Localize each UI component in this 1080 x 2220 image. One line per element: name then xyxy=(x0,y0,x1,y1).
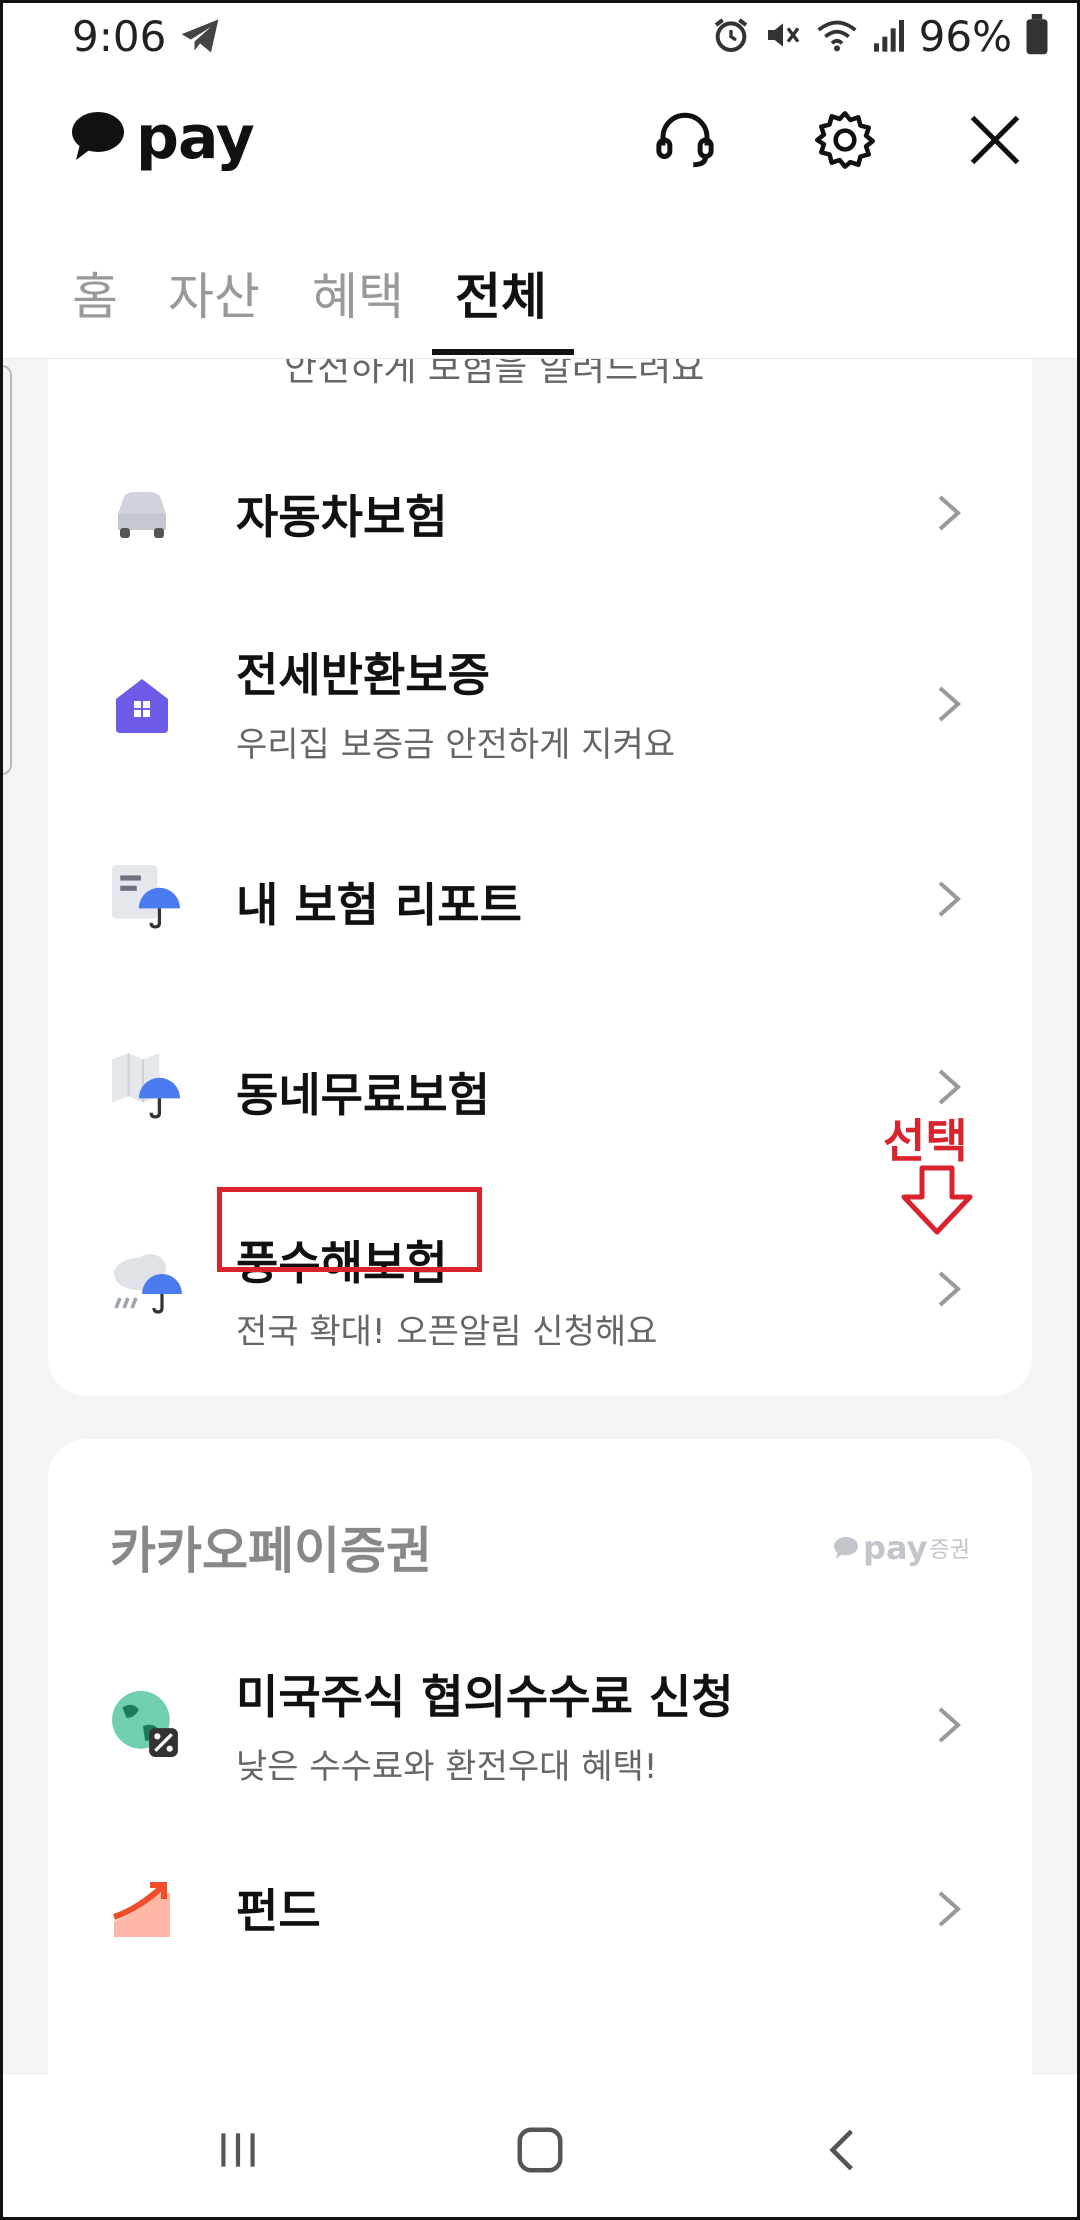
logo-text: pay xyxy=(136,103,255,173)
headset-icon[interactable] xyxy=(650,105,720,175)
row-subtitle: 전국 확대! 오픈알림 신청해요 xyxy=(236,1312,658,1352)
chevron-right-icon xyxy=(934,1269,964,1309)
recent-apps-icon[interactable] xyxy=(203,2115,273,2185)
house-icon xyxy=(110,673,174,737)
status-time: 9:06 xyxy=(72,12,167,61)
row-subtitle: 낮은 수수료와 환전우대 혜택! xyxy=(236,1747,658,1787)
map-umbrella-icon xyxy=(110,1051,180,1119)
tab-all[interactable]: 전체 xyxy=(455,257,547,329)
active-tab-indicator xyxy=(432,349,574,355)
gear-icon[interactable] xyxy=(810,105,880,175)
globe-percent-icon xyxy=(110,1689,180,1759)
row-subtitle: 우리집 보증금 안전하게 지켜요 xyxy=(236,725,676,765)
status-bar: 9:06 96% xyxy=(0,0,1080,75)
system-nav-bar xyxy=(0,2075,1080,2220)
row-title: 전세반환보증 xyxy=(236,648,490,702)
fund-chart-icon xyxy=(110,1877,174,1941)
close-icon[interactable] xyxy=(960,105,1030,175)
wifi-icon xyxy=(815,15,859,59)
row-title: 미국주식 협의수수료 신청 xyxy=(236,1670,734,1724)
kakaopay-logo: pay xyxy=(70,103,255,173)
list-item-fund[interactable]: 펀드 xyxy=(48,1819,1032,2009)
mute-icon xyxy=(763,15,803,59)
securities-card: 카카오페이증권 pay 증권 미국주식 협의수수료 신청 낮은 수수료와 환전우… xyxy=(48,1439,1032,2075)
back-icon[interactable] xyxy=(808,2115,878,2185)
home-icon[interactable] xyxy=(505,2115,575,2185)
chevron-right-icon xyxy=(934,1067,964,1107)
list-item-us-stock-fee[interactable]: 미국주식 협의수수료 신청 낮은 수수료와 환전우대 혜택! xyxy=(48,1619,1032,1819)
brand-pay-text: pay xyxy=(863,1529,928,1567)
chevron-right-icon xyxy=(934,1889,964,1929)
down-arrow-icon xyxy=(900,1165,974,1239)
row-title: 동네무료보험 xyxy=(236,1068,490,1122)
tab-home[interactable]: 홈 xyxy=(72,257,118,329)
clipped-text: 안전하게 보험을 알려드려요 xyxy=(284,359,705,389)
list-item-jeonse-guarantee[interactable]: 전세반환보증 우리집 보증금 안전하게 지켜요 xyxy=(48,609,1032,799)
tab-assets[interactable]: 자산 xyxy=(168,257,260,329)
row-title: 펀드 xyxy=(236,1884,321,1938)
list-item-storm-flood-insurance[interactable]: 풍수해보험 전국 확대! 오픈알림 신청해요 xyxy=(48,1179,1032,1379)
rain-umbrella-icon xyxy=(110,1249,182,1314)
battery-percent: 96% xyxy=(918,12,1012,61)
tab-benefits[interactable]: 혜택 xyxy=(312,257,404,329)
row-title: 내 보험 리포트 xyxy=(236,878,522,932)
row-title: 자동차보험 xyxy=(236,490,448,544)
report-umbrella-icon xyxy=(110,861,180,929)
alarm-icon xyxy=(711,15,751,59)
car-icon xyxy=(110,482,174,546)
chevron-right-icon xyxy=(934,684,964,724)
signal-icon xyxy=(871,15,907,59)
chevron-right-icon xyxy=(934,1705,964,1745)
highlight-box xyxy=(217,1187,482,1272)
chevron-right-icon xyxy=(934,879,964,919)
pay-securities-brand: pay 증권 xyxy=(833,1529,970,1567)
section-title: 카카오페이증권 xyxy=(110,1522,432,1580)
annotation-label: 선택 xyxy=(883,1114,968,1168)
telegram-icon xyxy=(178,14,222,62)
app-bar: pay xyxy=(0,75,1080,205)
insurance-card: 안전하게 보험을 알려드려요 자동차보험 전세반환보증 우리집 보증금 안전하게… xyxy=(48,359,1032,1396)
list-item-car-insurance[interactable]: 자동차보험 xyxy=(48,419,1032,609)
brand-suffix-text: 증권 xyxy=(929,1538,970,1563)
list-item-insurance-report[interactable]: 내 보험 리포트 xyxy=(48,799,1032,989)
battery-icon xyxy=(1024,13,1050,60)
top-tabs: 홈 자산 혜택 전체 xyxy=(0,205,1080,359)
speech-bubble-icon xyxy=(70,110,126,166)
chevron-right-icon xyxy=(934,493,964,533)
